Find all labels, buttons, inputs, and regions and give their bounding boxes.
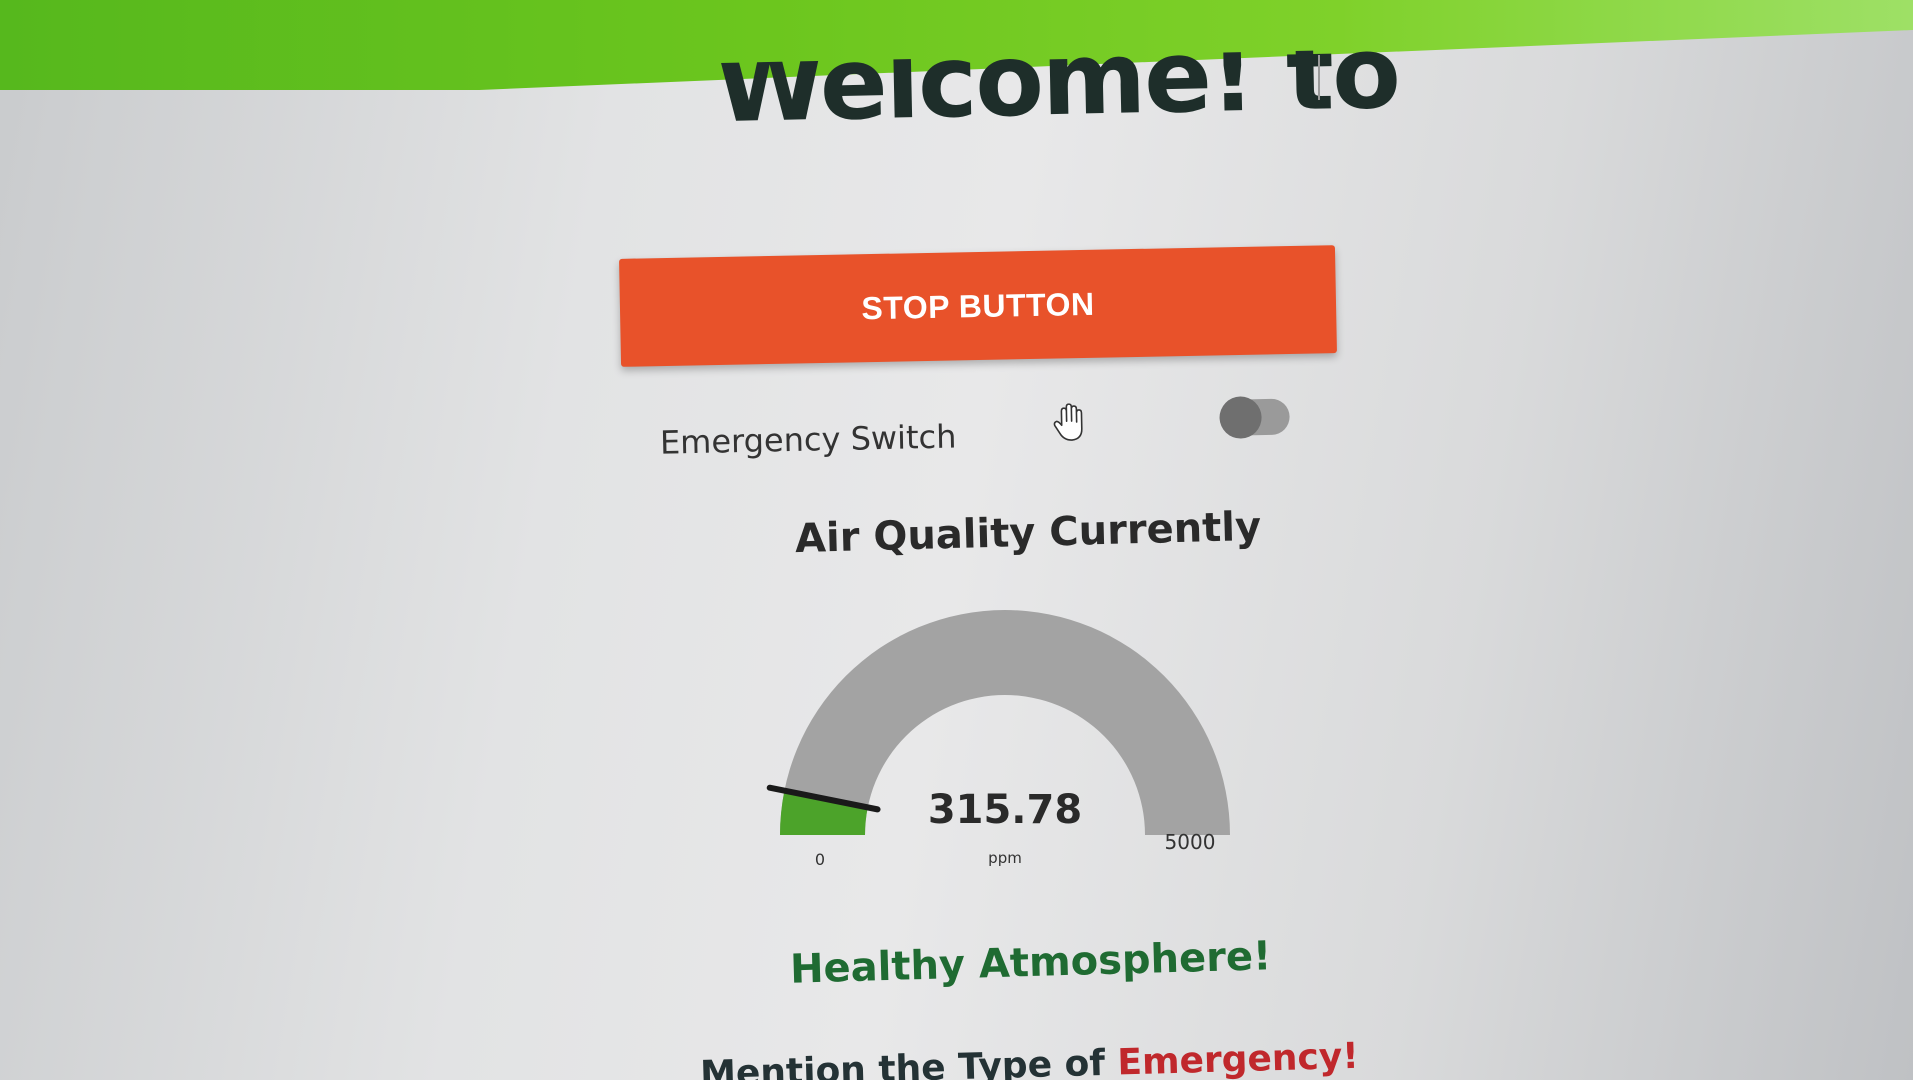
toggle-knob — [1219, 396, 1263, 439]
mention-prefix: Mention the Type of — [699, 1042, 1119, 1080]
emergency-switch-row: Emergency Switch — [659, 396, 1300, 481]
emergency-toggle-switch[interactable] — [1219, 396, 1290, 439]
emergency-switch-label: Emergency Switch — [659, 417, 957, 462]
gauge-value: 315.78 — [928, 787, 1082, 833]
gauge-min-label: 0 — [815, 850, 825, 869]
mention-emphasis: Emergency! — [1116, 1035, 1360, 1080]
gauge-max-label: 5000 — [1165, 830, 1216, 854]
gauge-unit-label: ppm — [988, 849, 1022, 867]
text-cursor — [1318, 55, 1320, 100]
air-status-text: Healthy Atmosphere! — [789, 933, 1272, 993]
app-screen: Welcome! to STOP BUTTON Emergency Switch… — [0, 0, 1913, 1080]
air-quality-title: Air Quality Currently — [794, 503, 1262, 563]
hand-cursor-icon — [1053, 403, 1083, 441]
mention-emergency-heading: Mention the Type of Emergency! — [700, 1036, 1360, 1080]
air-quality-gauge: 315.78 0 5000 ppm — [766, 610, 1230, 869]
stop-button[interactable]: STOP BUTTON — [619, 245, 1337, 367]
